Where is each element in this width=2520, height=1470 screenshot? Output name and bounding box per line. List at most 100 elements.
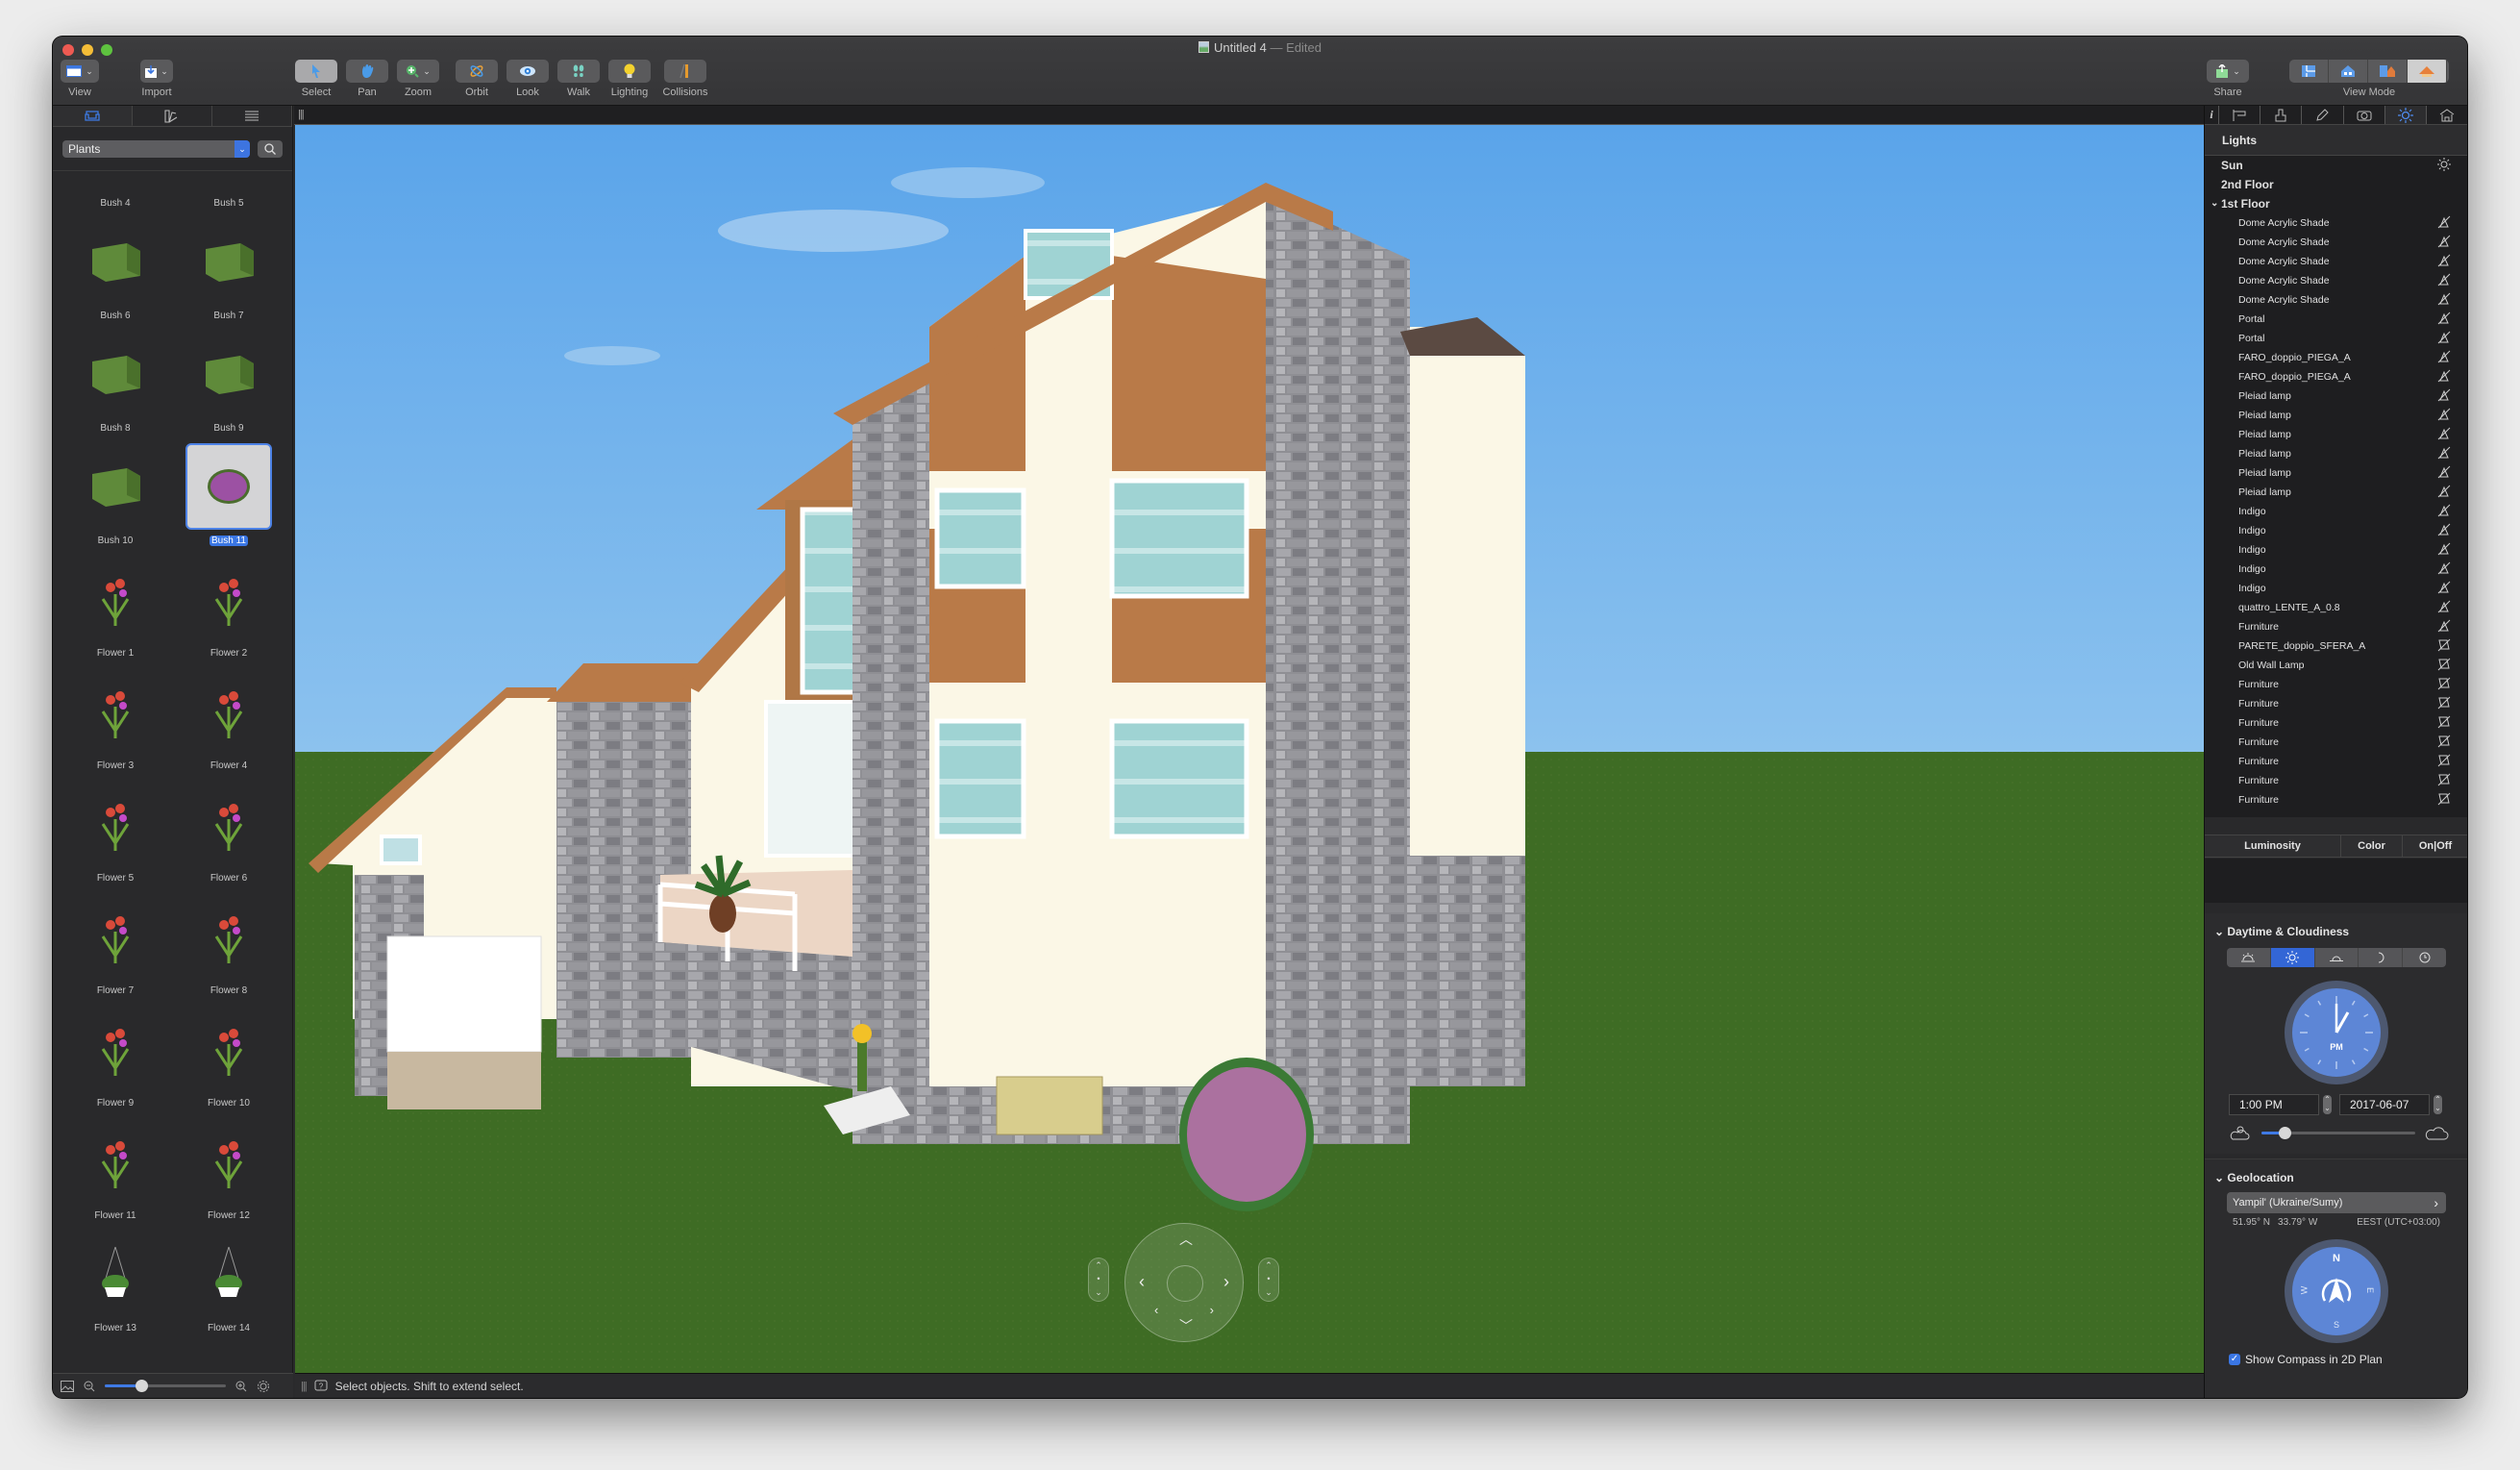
light-item[interactable]: Pleiad lamp [2205,425,2467,444]
library-item[interactable]: Flower 5 [62,781,168,884]
help-bubble-icon[interactable]: ? [314,1380,328,1393]
tool-walk[interactable]: Walk [556,60,601,98]
spotlight-off-icon[interactable] [2437,754,2451,767]
tab-dimensions[interactable] [2218,106,2260,124]
library-item[interactable]: Flower 10 [176,1006,282,1109]
tool-pan[interactable]: Pan [345,60,389,98]
spotlight-off-icon[interactable] [2437,638,2451,652]
lamp-off-icon[interactable] [2437,350,2451,363]
lamp-off-icon[interactable] [2437,619,2451,633]
tab-building[interactable] [2425,106,2467,124]
light-item[interactable]: Indigo [2205,502,2467,521]
import-button[interactable]: ⌄ Import [133,60,181,98]
light-item[interactable]: Pleiad lamp [2205,463,2467,483]
light-item[interactable]: Dome Acrylic Shade [2205,290,2467,310]
lamp-off-icon[interactable] [2437,465,2451,479]
library-item[interactable]: Flower 1 [62,556,168,659]
lamp-off-icon[interactable] [2437,446,2451,460]
light-item[interactable]: Indigo [2205,560,2467,579]
tab-library[interactable] [53,106,133,126]
spotlight-off-icon[interactable] [2437,715,2451,729]
light-item[interactable]: Furniture [2205,752,2467,771]
library-item[interactable]: Flower 4 [176,668,282,771]
library-item[interactable]: Flower 14 [176,1231,282,1333]
move-forward-icon[interactable]: ︿ [1179,1230,1193,1249]
library-item[interactable]: Bush 7 [176,218,282,321]
3d-viewport[interactable]: ⌃ • ⌄ ︿ ﹀ ‹ › ‹ › ⌃ • ⌄ [295,125,2204,1373]
drag-handle-icon[interactable]: ||| [301,1381,308,1392]
light-item[interactable]: Dome Acrylic Shade [2205,271,2467,290]
lamp-off-icon[interactable] [2437,408,2451,421]
lamp-off-icon[interactable] [2437,581,2451,594]
lamp-off-icon[interactable] [2437,215,2451,229]
lamp-off-icon[interactable] [2437,254,2451,267]
turn-left-icon[interactable]: ‹ [1139,1272,1145,1292]
preset-noon[interactable] [2270,948,2315,967]
search-button[interactable] [258,139,283,158]
tab-style[interactable] [2260,106,2301,124]
tab-info[interactable]: i [2205,106,2218,124]
light-item[interactable]: Furniture [2205,694,2467,713]
lamp-off-icon[interactable] [2437,542,2451,556]
library-item[interactable]: Flower 2 [176,556,282,659]
column-luminosity[interactable]: Luminosity [2205,835,2341,857]
light-item[interactable]: Indigo [2205,521,2467,540]
city-selector[interactable]: Yampil' (Ukraine/Sumy) › [2227,1192,2446,1213]
column-color[interactable]: Color [2341,835,2403,857]
spotlight-off-icon[interactable] [2437,735,2451,748]
strafe-left-icon[interactable]: ‹ [1154,1303,1158,1317]
cloudiness-slider[interactable] [2261,1126,2415,1139]
show-compass-checkbox[interactable]: ✓ Show Compass in 2D Plan [2205,1353,2467,1366]
tool-select[interactable]: Select [294,60,338,98]
column-on-off[interactable]: On|Off [2403,835,2467,857]
view-button[interactable]: ⌄ View [61,60,99,98]
tab-materials[interactable] [133,106,212,126]
elevation-stepper-left[interactable]: ⌃ • ⌄ [1088,1258,1109,1302]
spotlight-off-icon[interactable] [2437,773,2451,786]
lamp-off-icon[interactable] [2437,235,2451,248]
lamp-off-icon[interactable] [2437,561,2451,575]
light-item[interactable]: Indigo [2205,579,2467,598]
tab-camera[interactable] [2342,106,2384,124]
date-stepper[interactable]: ⌃ ⌄ [2434,1095,2442,1114]
library-item[interactable]: Flower 7 [62,893,168,996]
daytime-header[interactable]: ⌄ Daytime & Cloudiness [2205,913,2467,938]
light-item[interactable]: Dome Acrylic Shade [2205,233,2467,252]
preset-sunrise[interactable] [2227,948,2271,967]
view-mode-3d[interactable] [2408,60,2447,83]
light-item[interactable]: Indigo [2205,540,2467,560]
zoom-in-icon[interactable] [235,1381,247,1392]
library-item[interactable]: Bush 6 [62,218,168,321]
light-item[interactable]: Pleiad lamp [2205,483,2467,502]
library-item[interactable]: Flower 13 [62,1231,168,1333]
preset-sunset[interactable] [2315,948,2359,967]
light-group[interactable]: ⌄ 1st Floor [2205,194,2467,213]
light-item[interactable]: Pleiad lamp [2205,406,2467,425]
light-group[interactable]: 2nd Floor [2205,175,2467,194]
clock-dial[interactable]: PM [2285,981,2388,1084]
tab-list[interactable] [212,106,292,126]
view-mode-elevation[interactable] [2329,60,2368,83]
zoom-out-icon[interactable] [84,1381,95,1392]
strafe-right-icon[interactable]: › [1210,1303,1214,1317]
light-item[interactable]: quattro_LENTE_A_0.8 [2205,598,2467,617]
light-item[interactable]: Portal [2205,310,2467,329]
tab-edit[interactable] [2301,106,2342,124]
compass-dial[interactable]: N S E W [2285,1239,2388,1343]
library-item[interactable]: Bush 8 [62,331,168,434]
light-item[interactable]: PARETE_doppio_SFERA_A [2205,636,2467,656]
library-item[interactable]: Bush 4 [62,171,168,209]
light-item[interactable]: Portal [2205,329,2467,348]
light-item[interactable]: Dome Acrylic Shade [2205,213,2467,233]
library-item[interactable]: Flower 6 [176,781,282,884]
light-item[interactable]: FARO_doppio_PIEGA_A [2205,367,2467,386]
movement-pad[interactable]: ︿ ﹀ ‹ › ‹ › [1124,1223,1244,1342]
library-item[interactable]: Bush 10 [62,443,168,546]
tool-look[interactable]: Look [506,60,550,98]
library-item[interactable]: Flower 3 [62,668,168,771]
light-item[interactable]: Pleiad lamp [2205,444,2467,463]
lamp-off-icon[interactable] [2437,504,2451,517]
spotlight-off-icon[interactable] [2437,677,2451,690]
library-item[interactable]: Bush 11 [176,443,282,546]
lamp-off-icon[interactable] [2437,273,2451,287]
